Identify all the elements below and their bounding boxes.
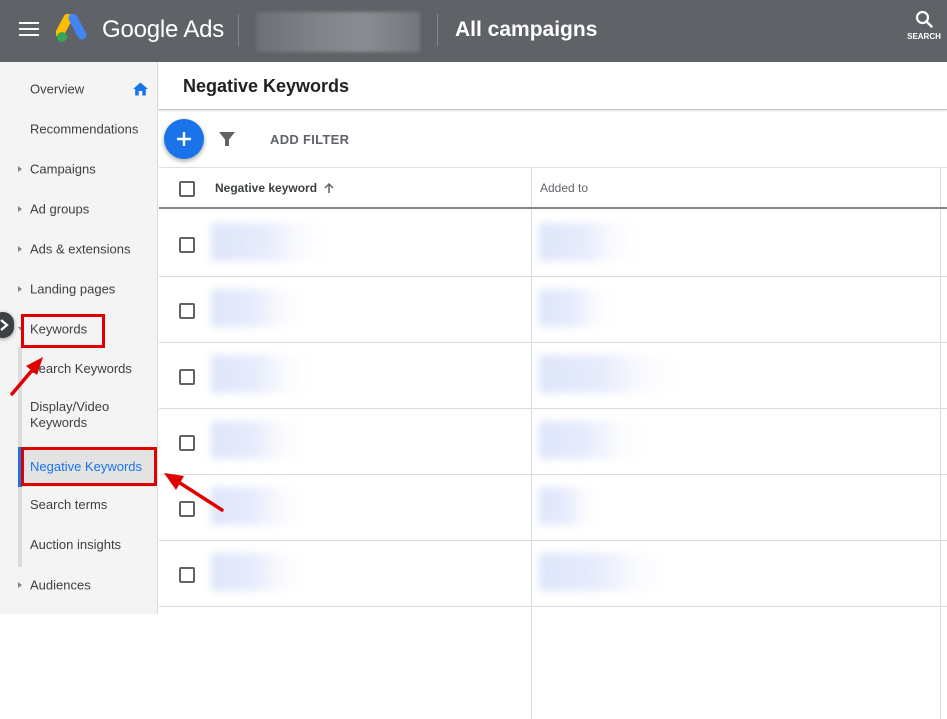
sidebar-item-label: Ad groups <box>30 201 90 217</box>
header-divider <box>238 14 239 46</box>
arrow-up-icon <box>324 182 334 193</box>
row-checkbox[interactable] <box>179 303 195 319</box>
table-header: Negative keyword Added to <box>159 167 947 209</box>
sidebar-item-audiences[interactable]: Audiences <box>0 565 158 605</box>
sidebar-subitem-negative-keywords[interactable]: Negative Keywords <box>22 447 158 487</box>
column-header-negative-keyword[interactable]: Negative keyword <box>215 181 335 195</box>
caret-right-icon <box>18 166 22 172</box>
table-row[interactable] <box>159 343 947 409</box>
sidebar-item-keywords[interactable]: Keywords <box>0 309 158 349</box>
sidebar-subitem-auction-insights[interactable]: Auction insights <box>22 525 158 565</box>
hamburger-menu-icon[interactable] <box>19 22 39 38</box>
table-toolbar: ADD FILTER <box>159 111 947 167</box>
page-title: Negative Keywords <box>183 76 350 96</box>
checkbox[interactable] <box>179 237 195 253</box>
sidebar-item-label: Keywords <box>30 321 88 337</box>
sidebar-nav: Overview Recommendations Campaigns Ad gr… <box>0 62 158 614</box>
sidebar-item-label: Recommendations <box>30 121 139 137</box>
row-checkbox[interactable] <box>179 567 195 583</box>
table-row[interactable] <box>159 277 947 343</box>
sidebar-subitem-label: Negative Keywords <box>30 459 142 474</box>
account-selector[interactable] <box>256 12 420 52</box>
chevron-right-icon <box>0 319 9 331</box>
campaign-scope-title[interactable]: All campaigns <box>455 18 597 42</box>
caret-right-icon <box>18 246 22 252</box>
search-label: SEARCH <box>907 32 941 41</box>
checkbox[interactable] <box>179 303 195 319</box>
select-all-checkbox[interactable] <box>179 181 195 197</box>
added-to-cell[interactable] <box>539 223 639 261</box>
sidebar-item-campaigns[interactable]: Campaigns <box>0 149 158 189</box>
caret-right-icon <box>18 582 22 588</box>
search-icon <box>915 10 933 28</box>
sidebar-subitem-label: Search Keywords <box>30 361 132 376</box>
plus-icon <box>177 132 191 146</box>
top-app-bar: Google Ads All campaigns SEARCH <box>0 0 947 62</box>
checkbox[interactable] <box>179 181 195 197</box>
added-to-cell[interactable] <box>539 289 614 327</box>
sidebar-item-label: Overview <box>30 81 85 97</box>
sidebar-item-label: Landing pages <box>30 281 116 297</box>
checkbox[interactable] <box>179 501 195 517</box>
add-filter-button[interactable]: ADD FILTER <box>270 132 349 147</box>
funnel-icon[interactable] <box>219 131 235 147</box>
checkbox[interactable] <box>179 567 195 583</box>
caret-down-icon <box>18 327 24 331</box>
page-header: Negative Keywords <box>159 62 947 110</box>
sidebar-item-label: Ads & extensions <box>30 241 131 257</box>
checkbox[interactable] <box>179 435 195 451</box>
sidebar-item-label: Campaigns <box>30 161 96 177</box>
table-row[interactable] <box>159 211 947 277</box>
negative-keyword-cell[interactable] <box>211 355 311 393</box>
header-divider <box>437 14 438 46</box>
added-to-cell[interactable] <box>539 487 599 525</box>
table-row[interactable] <box>159 409 947 475</box>
column-header-added-to[interactable]: Added to <box>540 181 588 195</box>
negative-keyword-cell[interactable] <box>211 553 306 591</box>
added-to-cell[interactable] <box>539 355 679 393</box>
sidebar-item-ads-extensions[interactable]: Ads & extensions <box>0 229 158 269</box>
caret-right-icon <box>18 286 22 292</box>
sidebar-subitem-label: Display/Video Keywords <box>30 399 110 430</box>
row-checkbox[interactable] <box>179 369 195 385</box>
caret-right-icon <box>18 206 22 212</box>
sidebar-item-label: Audiences <box>30 577 91 593</box>
row-checkbox[interactable] <box>179 501 195 517</box>
row-checkbox[interactable] <box>179 435 195 451</box>
google-ads-logo-icon <box>56 14 87 42</box>
row-checkbox[interactable] <box>179 237 195 253</box>
negative-keyword-cell[interactable] <box>211 223 331 261</box>
sidebar-item-ad-groups[interactable]: Ad groups <box>0 189 158 229</box>
sidebar-subitem-search-keywords[interactable]: Search Keywords <box>22 349 158 389</box>
sidebar-subitem-label: Search terms <box>30 497 108 512</box>
negative-keyword-cell[interactable] <box>211 421 306 459</box>
main-content: Negative Keywords ADD FILTER Negative ke… <box>159 62 947 719</box>
negative-keyword-cell[interactable] <box>211 487 306 525</box>
table-row[interactable] <box>159 475 947 541</box>
search-button[interactable]: SEARCH <box>902 10 946 52</box>
checkbox[interactable] <box>179 369 195 385</box>
sidebar-subitem-search-terms[interactable]: Search terms <box>22 485 158 525</box>
table-row[interactable] <box>159 541 947 607</box>
sidebar-subitem-display-video-keywords[interactable]: Display/Video Keywords <box>22 389 158 441</box>
column-header-label: Negative keyword <box>215 181 318 195</box>
added-to-cell[interactable] <box>539 421 644 459</box>
brand-name: Google Ads <box>102 16 225 43</box>
add-negative-keyword-button[interactable] <box>164 119 204 159</box>
sidebar-item-landing-pages[interactable]: Landing pages <box>0 269 158 309</box>
sidebar-item-recommendations[interactable]: Recommendations <box>0 109 158 149</box>
home-icon <box>133 82 148 96</box>
active-indicator <box>18 447 22 487</box>
sidebar-subitem-label: Auction insights <box>30 537 122 552</box>
sidebar-item-overview[interactable]: Overview <box>0 69 158 109</box>
negative-keyword-cell[interactable] <box>211 289 306 327</box>
added-to-cell[interactable] <box>539 553 669 591</box>
